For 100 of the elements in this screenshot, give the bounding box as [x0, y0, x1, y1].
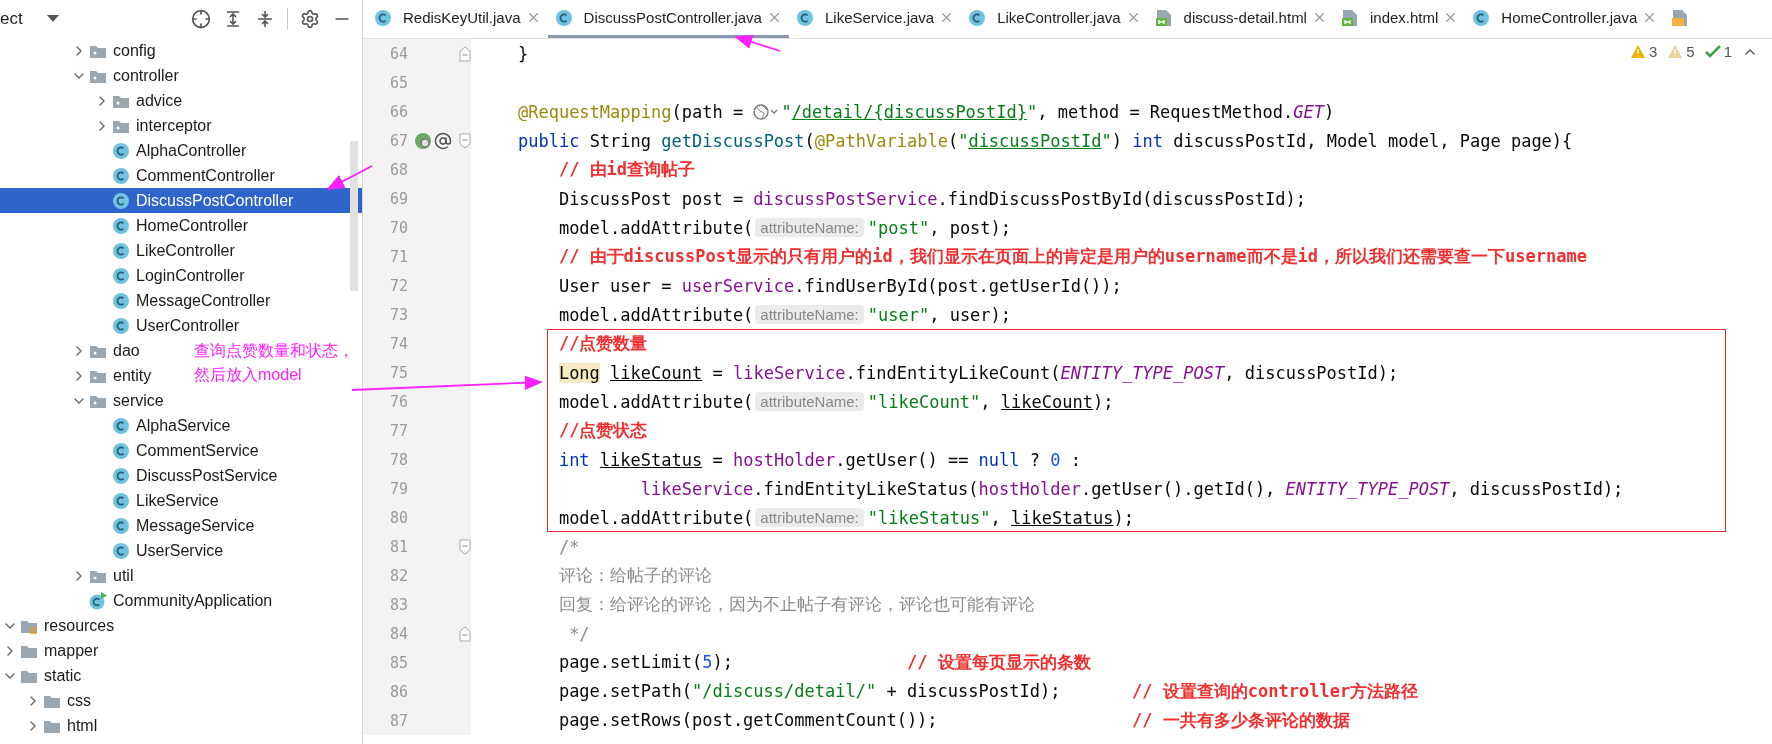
at-sign-icon[interactable] [434, 131, 452, 150]
tree-item[interactable]: static [0, 663, 86, 688]
editor-tab[interactable]: LikeService.java [788, 0, 962, 38]
code-text: "post", post); [867, 217, 1012, 238]
editor-tab[interactable]: LikeController.java [961, 0, 1148, 38]
pointer-arrow [734, 35, 781, 52]
code-text: "user", user); [867, 304, 1012, 325]
line-number: 69 [388, 189, 408, 208]
code-text: model.addAttribute( [557, 304, 754, 325]
inspection-count[interactable]: 3 [1648, 43, 1658, 60]
code-text: 回复：给评论的评论，因为不止帖子有评论，评论也可能有评论 [557, 593, 1035, 616]
editor-tab[interactable]: index.html [1333, 0, 1466, 38]
line-number: 87 [388, 711, 408, 730]
line-number: 78 [388, 450, 408, 469]
inlay-hint: attributeName: [755, 305, 864, 324]
line-number: 66 [388, 102, 408, 121]
tree-item[interactable]: mapper [0, 638, 103, 663]
scrollbar-thumb[interactable] [350, 141, 358, 291]
class-icon [554, 8, 573, 27]
tree-item[interactable]: MessageController [0, 288, 275, 313]
line-number: 74 [388, 334, 408, 353]
code-text: // 由于discussPost显示的只有用户的id，我们显示在页面上的肯定是用户的username而不是id，所以我们还需要查一下username [557, 245, 1587, 268]
line-number: 84 [388, 624, 408, 643]
code-text: DiscussPost post = discussPostService.findDiscussPostById(discussPostId); [557, 188, 1307, 209]
js-file-icon [1671, 8, 1690, 27]
dropdown-caret-icon[interactable] [46, 15, 59, 23]
html-file-icon [1154, 8, 1173, 27]
line-number: 83 [388, 595, 408, 614]
class-icon [112, 466, 130, 485]
line-number: 80 [388, 508, 408, 527]
bean-icon[interactable] [414, 131, 432, 150]
tree-item[interactable]: interceptor [0, 113, 216, 138]
tree-item[interactable]: CommentService [0, 438, 263, 463]
tree-item[interactable]: css [0, 688, 95, 713]
tree-item[interactable]: config [0, 38, 160, 63]
tree-item[interactable]: UserService [0, 538, 228, 563]
panel-title[interactable]: ect [0, 9, 23, 29]
class-icon [112, 541, 130, 560]
code-text: // 由id查询帖子 [557, 158, 696, 181]
line-number: 73 [388, 305, 408, 324]
code-text: /* [557, 536, 580, 557]
code-text: page.setRows(post.getCommentCount()); // 一共有多少条评论的数据 [557, 709, 1350, 732]
tree-item[interactable]: service [0, 388, 168, 413]
tree-item[interactable]: LikeService [0, 488, 223, 513]
code-text: User user = userService.findUserById(post.getUserId()); [557, 275, 1122, 296]
class-icon [795, 8, 814, 27]
inspection-count[interactable]: 1 [1723, 43, 1732, 60]
class-icon [112, 191, 130, 210]
fold-marker-icon[interactable] [458, 538, 471, 555]
line-number: 81 [388, 537, 408, 556]
class-icon [968, 8, 987, 27]
code-text: //点赞状态 [557, 419, 648, 442]
class-icon [112, 491, 130, 510]
tree-item[interactable]: html [0, 713, 102, 738]
inlay-hint: attributeName: [755, 508, 864, 527]
tree-item[interactable]: dao [0, 338, 144, 363]
tree-item[interactable]: entity [0, 363, 156, 388]
tree-item[interactable]: AlphaController [0, 138, 251, 163]
line-number: 85 [388, 653, 408, 672]
code-text: int likeStatus = hostHolder.getUser() == null ? 0 : [557, 449, 1082, 470]
tree-item[interactable]: CommentController [0, 163, 279, 188]
code-text: */ [568, 623, 590, 644]
class-icon [112, 166, 130, 185]
class-icon [112, 266, 130, 285]
line-number: 82 [388, 566, 408, 585]
html-file-icon [1340, 8, 1359, 27]
inlay-hint: attributeName: [755, 392, 864, 411]
tree-item[interactable]: util [0, 563, 138, 588]
editor-tab[interactable]: discuss-detail.html [1147, 0, 1334, 38]
fold-marker-icon[interactable] [458, 625, 471, 642]
code-text: model.addAttribute( [557, 217, 754, 238]
annotation-text: 然后放入model [194, 366, 302, 385]
editor-tab[interactable]: HomeController.java [1465, 0, 1665, 38]
tree-item[interactable]: UserController [0, 313, 244, 338]
class-icon [374, 8, 392, 27]
inlay-hint: attributeName: [755, 218, 864, 237]
tree-item[interactable]: controller [0, 63, 183, 88]
tree-item[interactable]: resources [0, 613, 119, 638]
tree-item[interactable]: LoginController [0, 263, 249, 288]
check-icon [1704, 44, 1721, 59]
tree-item[interactable]: advice [0, 88, 187, 113]
class-icon [112, 141, 130, 160]
tree-item[interactable]: MessageService [0, 513, 259, 538]
fold-marker-icon[interactable] [458, 132, 471, 149]
editor-tab[interactable]: RedisKeyUtil.java [367, 0, 548, 38]
line-number: 72 [388, 276, 408, 295]
annotation-text: 查询点赞数量和状态， [194, 342, 354, 361]
class-icon [112, 216, 130, 235]
tree-item[interactable]: DiscussPostController [0, 188, 362, 213]
tree-item[interactable]: CommunityApplication [0, 588, 277, 613]
fold-marker-icon[interactable] [458, 45, 471, 62]
inspection-count[interactable]: 5 [1686, 43, 1695, 60]
tree-item[interactable]: DiscussPostService [0, 463, 282, 488]
run-class-icon [89, 591, 107, 610]
class-icon [112, 441, 130, 460]
tree-item[interactable]: LikeController [0, 238, 239, 263]
tree-item[interactable]: AlphaService [0, 413, 235, 438]
tree-item[interactable]: HomeController [0, 213, 253, 238]
code-text: model.addAttribute( [557, 507, 754, 528]
class-icon [1472, 8, 1491, 27]
